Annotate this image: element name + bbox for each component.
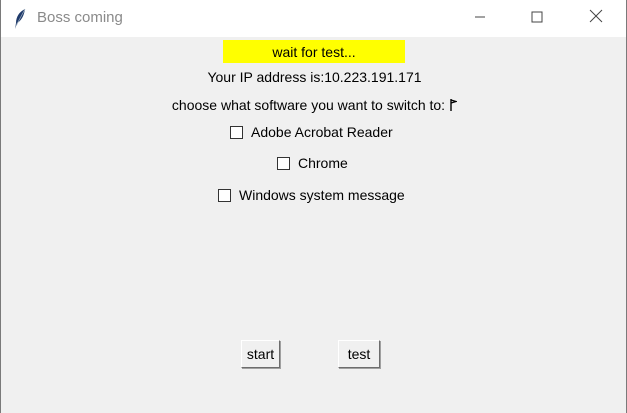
title-bar[interactable]: Boss coming (1, 0, 626, 37)
option-adobe-acrobat-reader[interactable]: Adobe Acrobat Reader (230, 124, 393, 140)
status-label: wait for test... (223, 40, 405, 63)
option-label: Chrome (298, 155, 348, 171)
checkbox-adobe-acrobat-reader[interactable] (230, 125, 243, 139)
close-button[interactable] (573, 0, 619, 37)
checkbox-chrome[interactable] (277, 156, 290, 170)
option-label: Windows system message (239, 187, 405, 203)
test-button[interactable]: test (338, 340, 380, 368)
app-window: Boss coming wait for test... Your IP add… (0, 0, 627, 413)
option-label: Adobe Acrobat Reader (251, 124, 393, 140)
maximize-button[interactable] (514, 0, 560, 37)
text-cursor-icon (449, 98, 459, 113)
window-title: Boss coming (37, 9, 123, 26)
choose-software-label: choose what software you want to switch … (1, 97, 627, 113)
choose-software-text: choose what software you want to switch … (171, 97, 446, 113)
close-icon (589, 9, 603, 28)
feather-icon (13, 8, 27, 30)
main-content: wait for test... Your IP address is:10.2… (1, 37, 626, 413)
minimize-icon (474, 10, 486, 28)
ip-address-label: Your IP address is:10.223.191.171 (207, 69, 422, 85)
option-windows-system-message[interactable]: Windows system message (218, 187, 405, 203)
maximize-icon (531, 10, 543, 28)
checkbox-windows-system-message[interactable] (218, 188, 231, 202)
option-chrome[interactable]: Chrome (277, 155, 348, 171)
minimize-button[interactable] (457, 0, 503, 37)
start-button[interactable]: start (241, 340, 280, 368)
